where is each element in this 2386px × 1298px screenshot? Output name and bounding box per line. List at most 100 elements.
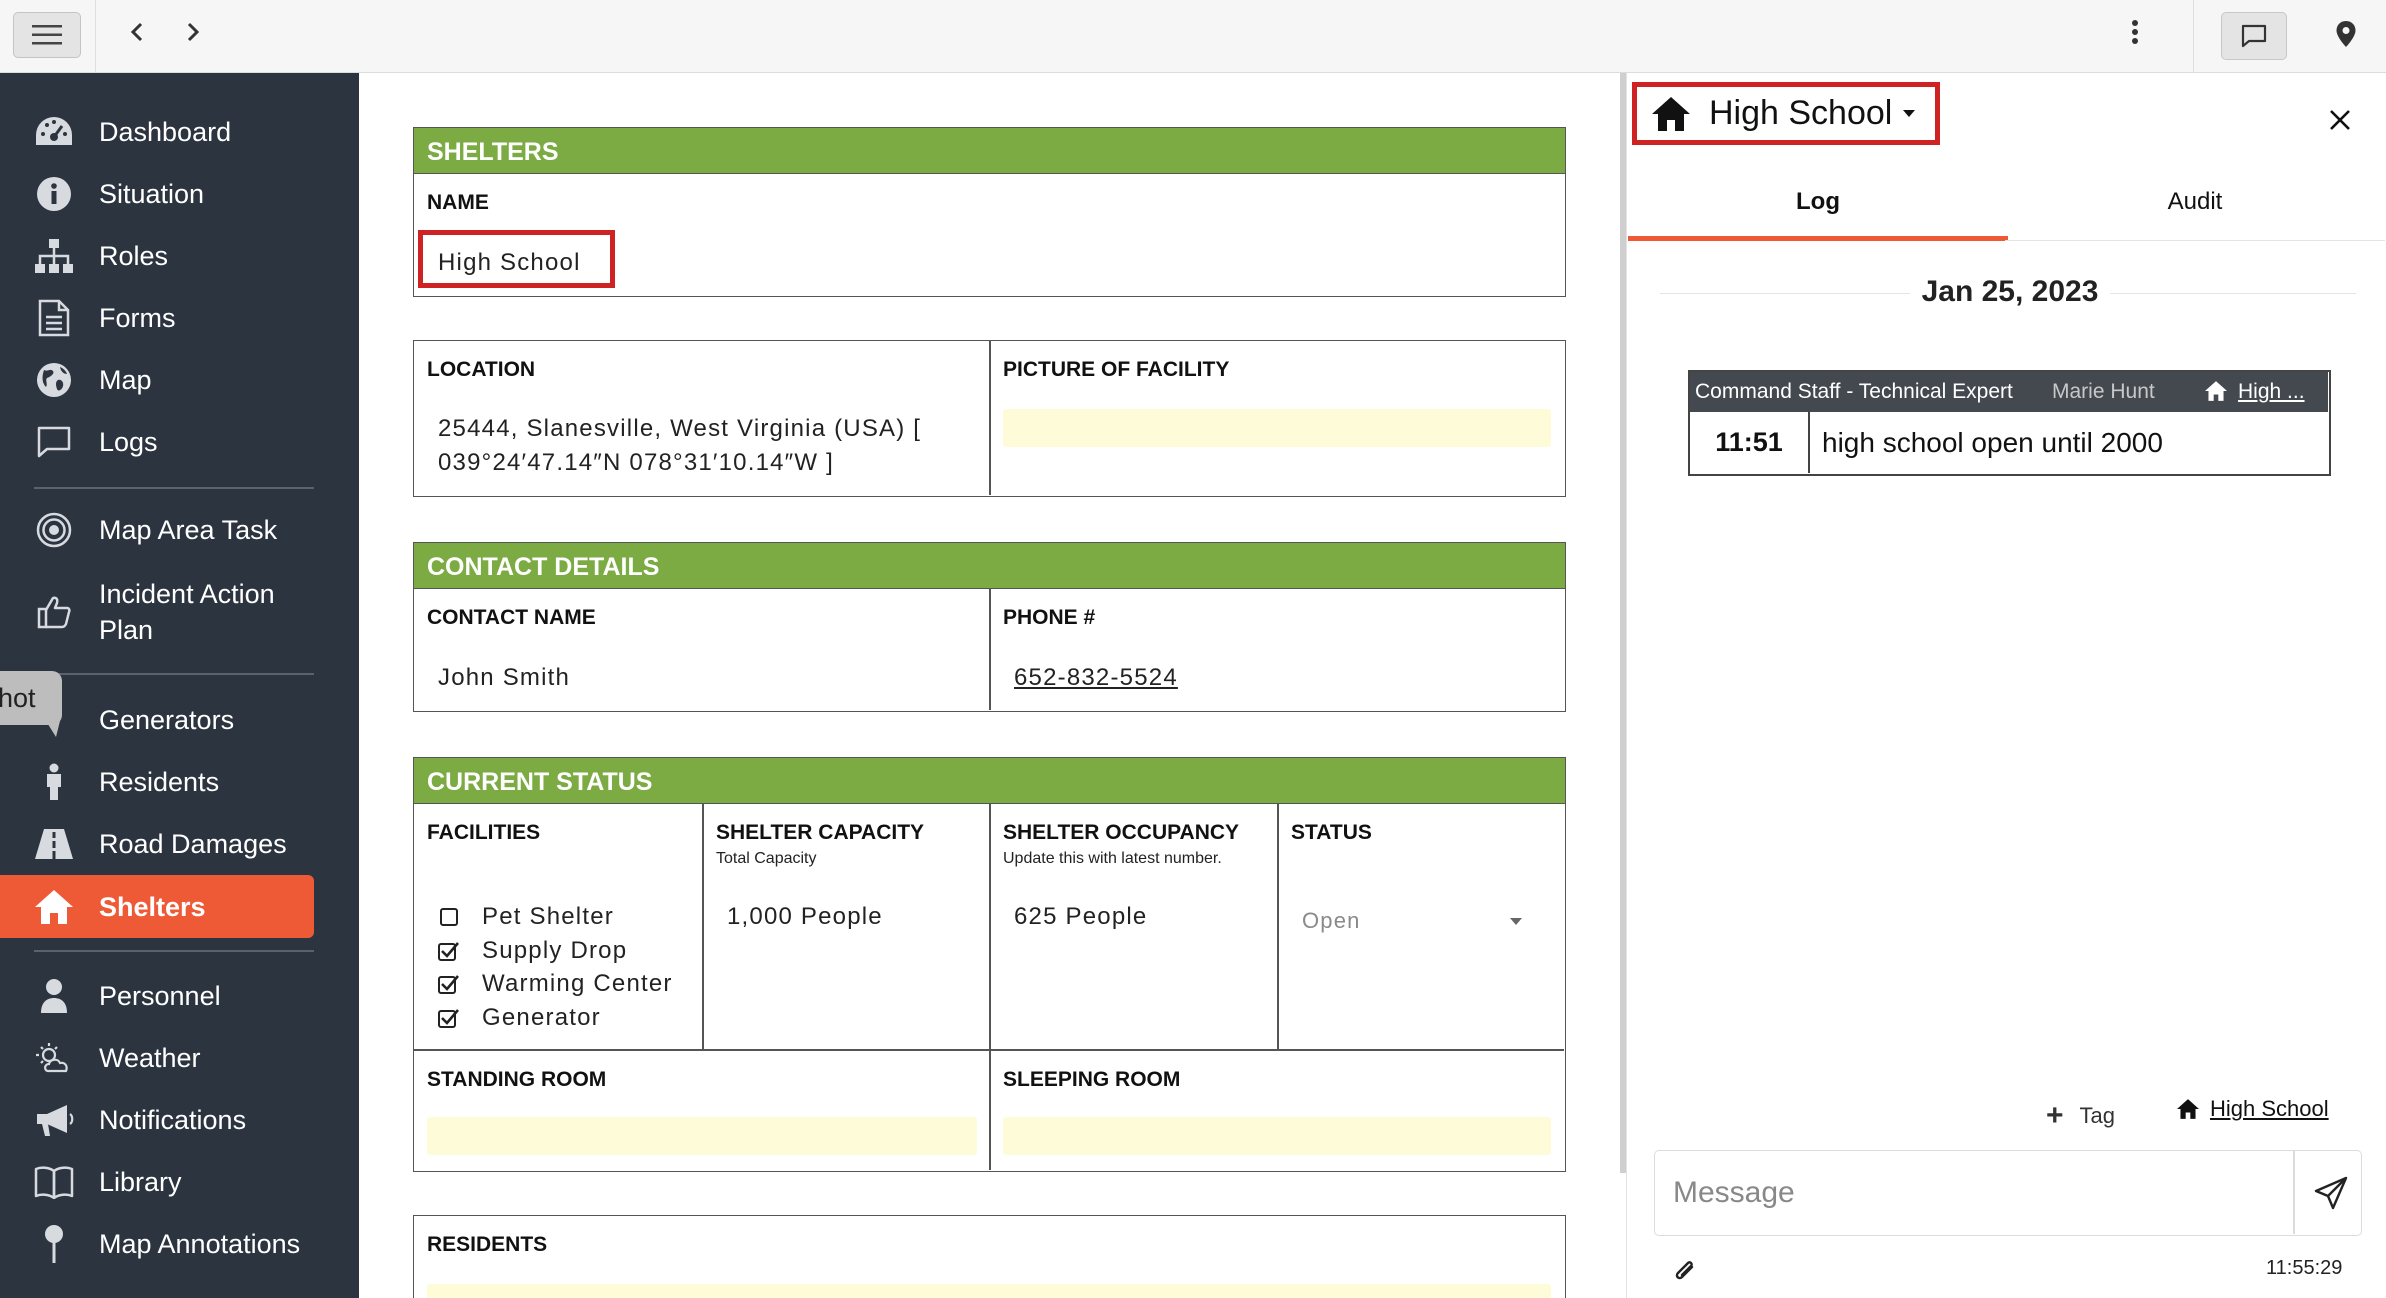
send-icon [2314, 1176, 2348, 1210]
sleeping-room-label: SLEEPING ROOM [1003, 1068, 1181, 1091]
panel-title-dropdown[interactable]: High School [1632, 82, 1940, 145]
picture-upload-field[interactable] [1003, 409, 1551, 447]
sidebar-item-label: Roles [99, 241, 169, 271]
close-panel-button[interactable] [2320, 100, 2360, 140]
forward-button[interactable] [176, 14, 210, 50]
contact-name-label: CONTACT NAME [427, 606, 596, 629]
picture-label: PICTURE OF FACILITY [1003, 358, 1230, 381]
facility-checkbox-warming-center[interactable]: Warming Center [436, 970, 673, 998]
section-header: CONTACT DETAILS [414, 543, 1565, 589]
kebab-menu-icon [2132, 20, 2138, 44]
checkbox-unchecked-icon [436, 904, 462, 930]
standing-room-field[interactable] [427, 1117, 977, 1155]
dropdown-caret-icon [1510, 918, 1522, 925]
panel-title: High School [1709, 94, 1893, 132]
current-status-section: CURRENT STATUS FACILITIES Pet Shelter Su… [413, 757, 1566, 1172]
caret-down-icon [1903, 110, 1916, 117]
location-label: LOCATION [427, 358, 536, 381]
capacity-value[interactable]: 1,000 People [727, 903, 883, 931]
thumbs-up-icon [34, 592, 74, 632]
person-icon [34, 762, 74, 802]
facility-checkbox-generator[interactable]: Generator [436, 1004, 601, 1032]
pin-icon [34, 1224, 74, 1264]
residents-section: RESIDENTS [413, 1215, 1566, 1298]
facility-label: Warming Center [482, 970, 673, 997]
occupancy-label: SHELTER OCCUPANCY [1003, 821, 1240, 844]
sidebar-item-personnel[interactable]: Personnel [0, 976, 314, 1016]
sidebar-item-notifications[interactable]: Notifications [0, 1100, 314, 1140]
sidebar-item-forms[interactable]: Forms [0, 298, 314, 338]
sidebar-item-label: Library [99, 1167, 182, 1197]
toolbar-divider [2193, 0, 2194, 73]
facility-checkbox-pet-shelter[interactable]: Pet Shelter [436, 903, 614, 931]
user-icon [34, 976, 74, 1016]
sidebar-item-shelters[interactable]: Shelters [0, 875, 314, 938]
status-select[interactable]: Open [1302, 908, 1542, 942]
sidebar-item-roles[interactable]: Roles [0, 236, 314, 276]
message-input[interactable] [1673, 1173, 2233, 1213]
sidebar-item-map-area-task[interactable]: Map Area Task [0, 510, 314, 550]
facility-checkbox-supply-drop[interactable]: Supply Drop [436, 937, 627, 965]
log-tag-link[interactable]: High ... [2238, 372, 2305, 412]
facility-label: Pet Shelter [482, 903, 614, 930]
chevron-right-icon [187, 22, 200, 42]
tab-audit[interactable]: Audit [2005, 165, 2385, 241]
more-options-button[interactable] [2118, 14, 2152, 50]
sidebar-tooltip: hot [0, 671, 62, 725]
sidebar-item-residents[interactable]: Residents [0, 762, 314, 802]
contact-name-value[interactable]: John Smith [438, 664, 570, 692]
add-tag-button[interactable]: + Tag [2046, 1099, 2115, 1133]
chat-panel-button[interactable] [2221, 12, 2287, 60]
chevron-left-icon [130, 22, 143, 42]
log-message: high school open until 2000 [1822, 427, 2163, 458]
location-line2[interactable]: 039°24′47.14″N 078°31′10.14″W ] [438, 449, 834, 477]
sidebar-item-dashboard[interactable]: Dashboard [0, 112, 314, 152]
facilities-label: FACILITIES [427, 821, 541, 844]
location-section: LOCATION 25444, Slanesville, West Virgin… [413, 340, 1566, 497]
attach-file-button[interactable] [1672, 1255, 1702, 1289]
clock: 11:55:29 [2266, 1257, 2343, 1279]
sidebar-item-partial[interactable] [0, 1284, 314, 1298]
tab-log[interactable]: Log [1628, 165, 2008, 241]
sidebar-item-logs[interactable]: Logs [0, 422, 314, 462]
sidebar-item-library[interactable]: Library [0, 1162, 314, 1202]
location-button[interactable] [2326, 14, 2366, 54]
sidebar-divider [34, 950, 314, 952]
sidebar-item-situation[interactable]: Situation [0, 174, 314, 214]
sidebar-item-incident-action-plan[interactable]: Incident Action Plan [0, 574, 314, 650]
sleeping-room-field[interactable] [1003, 1117, 1551, 1155]
home-icon [2177, 1099, 2199, 1119]
sidebar-item-label: Weather [99, 1043, 201, 1073]
close-icon [2330, 110, 2350, 130]
sidebar-item-road-damages[interactable]: Road Damages [0, 824, 314, 864]
shelter-tag-link[interactable]: High School [2176, 1096, 2329, 1122]
info-icon [34, 174, 74, 214]
location-line1[interactable]: 25444, Slanesville, West Virginia (USA) … [438, 415, 921, 443]
residents-field[interactable] [427, 1284, 1551, 1298]
capacity-sub: Total Capacity [716, 850, 817, 867]
occupancy-value[interactable]: 625 People [1014, 903, 1147, 931]
target-icon [34, 510, 74, 550]
checkbox-checked-icon [436, 938, 462, 964]
top-bar [0, 0, 2386, 73]
hamburger-menu-button[interactable] [13, 12, 81, 58]
sidebar-item-weather[interactable]: Weather [0, 1038, 314, 1078]
toolbar-divider [95, 0, 96, 73]
status-label: STATUS [1291, 821, 1372, 844]
sidebar-item-label: Map Annotations [99, 1229, 301, 1259]
send-button[interactable] [2309, 1171, 2353, 1215]
list-icon [34, 1288, 74, 1298]
contact-section: CONTACT DETAILS CONTACT NAME John Smith … [413, 542, 1566, 712]
back-button[interactable] [120, 14, 154, 50]
residents-label: RESIDENTS [427, 1233, 548, 1256]
megaphone-icon [34, 1100, 74, 1140]
sidebar-item-map-annotations[interactable]: Map Annotations [0, 1224, 314, 1264]
sidebar-divider [34, 487, 314, 489]
sidebar-item-label: Incident Action Plan [99, 579, 275, 645]
log-entry[interactable]: Command Staff - Technical Expert Marie H… [1688, 370, 2331, 476]
cell-divider [702, 804, 704, 1049]
phone-link[interactable]: 652-832-5524 [1014, 664, 1178, 692]
sidebar-item-map[interactable]: Map [0, 360, 314, 400]
section-header: SHELTERS [414, 128, 1565, 174]
status-value: Open [1302, 908, 1361, 933]
